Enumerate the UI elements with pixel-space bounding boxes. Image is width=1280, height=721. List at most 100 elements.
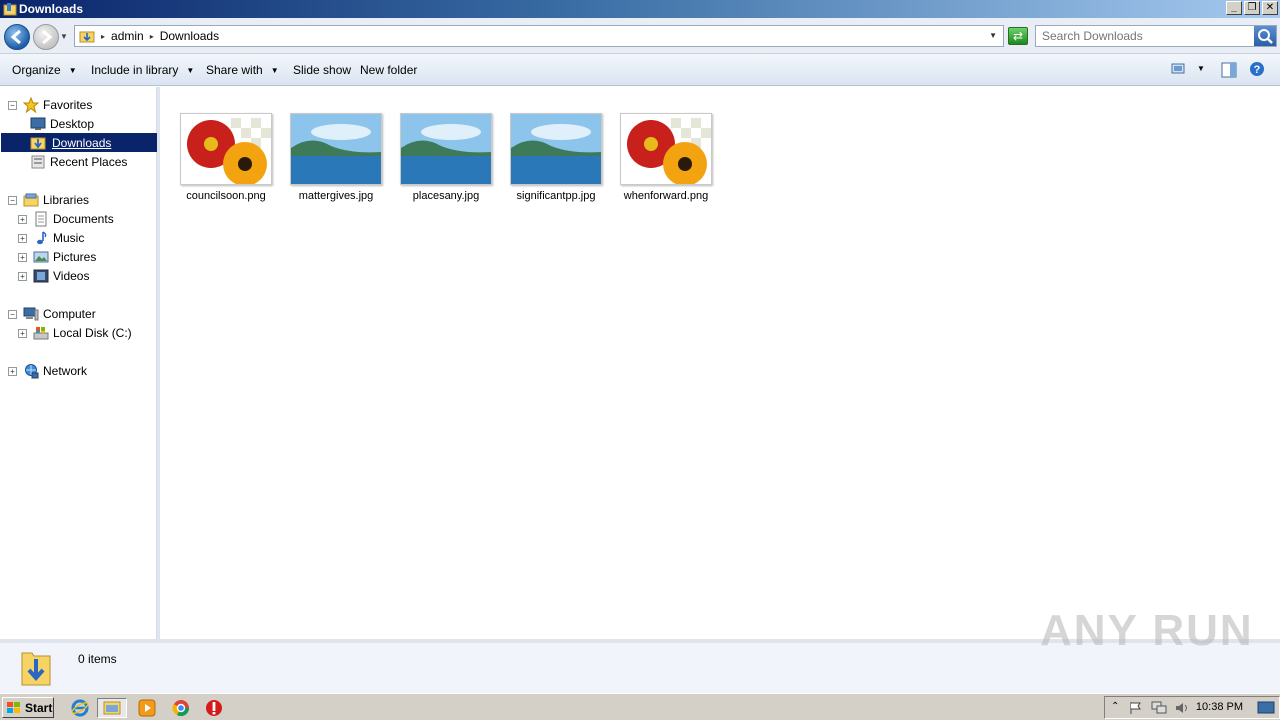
slide-show-button[interactable]: Slide show [293, 63, 351, 77]
folder-icon [3, 3, 17, 16]
expand-icon[interactable]: + [18, 271, 27, 281]
tree-libraries[interactable]: − Libraries [8, 191, 89, 209]
restore-button[interactable]: ❐ [1244, 1, 1260, 15]
forward-button[interactable] [33, 24, 59, 50]
expand-icon[interactable]: + [18, 252, 27, 262]
collapse-icon[interactable]: − [8, 195, 17, 205]
tree-libraries-label: Libraries [43, 193, 90, 207]
organize-button[interactable]: Organize ▼ [12, 63, 77, 77]
file-item[interactable]: placesany.jpg [398, 113, 494, 213]
tree-computer[interactable]: − Computer [8, 305, 96, 323]
internet-explorer-taskbar[interactable] [70, 698, 90, 718]
show-desktop-icon[interactable] [1257, 701, 1275, 715]
chevron-right-icon[interactable]: ▸ [101, 32, 105, 41]
chevron-down-icon[interactable]: ▼ [989, 31, 997, 40]
watermark-logo: ANY RUN [1040, 606, 1254, 655]
chevron-right-icon[interactable]: ▸ [150, 32, 154, 41]
collapse-icon[interactable]: − [8, 100, 17, 110]
landscape-image-icon [291, 114, 381, 184]
search-button[interactable] [1254, 26, 1276, 46]
arrow-right-icon [42, 29, 53, 45]
landscape-image-icon [401, 114, 491, 184]
tree-favorites[interactable]: − Favorites [8, 96, 92, 114]
new-folder-button[interactable]: New folder [360, 63, 417, 77]
tree-recent-places[interactable]: Recent Places [30, 153, 127, 171]
downloads-folder-icon [21, 652, 51, 686]
flag-icon[interactable] [1129, 701, 1143, 715]
slide-show-label: Slide show [293, 63, 352, 77]
tree-documents[interactable]: + Documents [18, 210, 114, 228]
breadcrumb-admin[interactable]: admin [111, 29, 144, 43]
organize-label: Organize [12, 63, 61, 77]
share-with-button[interactable]: Share with ▼ [206, 63, 279, 77]
tree-music[interactable]: + Music [18, 229, 84, 247]
recent-places-icon [31, 155, 45, 169]
tree-pictures[interactable]: + Pictures [18, 248, 96, 266]
search-box[interactable] [1035, 25, 1277, 47]
expand-icon[interactable]: + [18, 214, 27, 224]
tree-music-label: Music [53, 231, 85, 245]
show-hidden-icons[interactable]: ⌃ [1111, 701, 1119, 712]
minimize-button[interactable]: _ [1226, 1, 1242, 15]
downloads-folder-icon [30, 137, 46, 150]
image-thumbnail [400, 113, 492, 185]
collapse-icon[interactable]: − [8, 309, 17, 319]
chrome-taskbar[interactable] [171, 698, 191, 718]
search-input[interactable] [1036, 26, 1254, 46]
tree-videos[interactable]: + Videos [18, 267, 89, 285]
tree-downloads[interactable]: Downloads [30, 134, 114, 152]
file-item[interactable]: mattergives.jpg [288, 113, 384, 213]
explorer-taskbar[interactable] [97, 698, 127, 718]
tree-videos-label: Videos [53, 269, 90, 283]
network-icon [25, 364, 39, 379]
help-icon: ? [1250, 62, 1264, 76]
help-button[interactable]: ? [1249, 61, 1265, 80]
change-view-button[interactable] [1171, 62, 1185, 79]
breadcrumb-downloads[interactable]: Downloads [160, 29, 219, 43]
landscape-image-icon [511, 114, 601, 184]
file-item[interactable]: councilsoon.png [178, 113, 274, 213]
windows-logo-icon [7, 701, 20, 713]
desktop-icon [30, 117, 46, 130]
close-button[interactable]: ✕ [1262, 1, 1278, 15]
preview-pane-button[interactable] [1221, 62, 1237, 81]
tree-favorites-label: Favorites [43, 98, 93, 112]
include-in-library-button[interactable]: Include in library ▼ [91, 63, 194, 77]
recent-pages-dropdown[interactable]: ▼ [60, 32, 68, 41]
media-player-icon [138, 699, 156, 717]
image-thumbnail [180, 113, 272, 185]
tree-local-disk-label: Local Disk (C:) [53, 326, 132, 340]
file-item[interactable]: whenforward.png [618, 113, 714, 213]
start-button[interactable]: Start [2, 697, 54, 718]
preview-pane-icon [1221, 62, 1237, 78]
refresh-icon: ⇄ [1012, 29, 1024, 43]
file-name: whenforward.png [623, 190, 709, 202]
expand-icon[interactable]: + [8, 366, 17, 376]
network-status-icon[interactable] [1151, 701, 1167, 715]
tree-downloads-label: Downloads [50, 136, 114, 150]
stop-app-taskbar[interactable] [204, 698, 224, 718]
flower-image-icon [621, 114, 711, 184]
file-item[interactable]: significantpp.jpg [508, 113, 604, 213]
tree-desktop[interactable]: Desktop [30, 115, 94, 133]
expand-icon[interactable]: + [18, 233, 27, 243]
back-button[interactable] [4, 24, 30, 50]
refresh-button[interactable]: ⇄ [1008, 27, 1028, 45]
tree-local-disk[interactable]: + Local Disk (C:) [18, 324, 132, 342]
file-name: mattergives.jpg [298, 190, 374, 202]
window-title: Downloads [19, 2, 84, 16]
chevron-down-icon: ▼ [186, 65, 195, 75]
new-folder-label: New folder [360, 63, 418, 77]
view-options-dropdown[interactable]: ▼ [1197, 64, 1205, 73]
folder-icon [103, 701, 121, 715]
clock[interactable]: 10:38 PM [1196, 701, 1243, 713]
svg-text:?: ? [1254, 64, 1261, 76]
expand-icon[interactable]: + [18, 328, 27, 338]
internet-explorer-icon [71, 699, 89, 717]
tree-network[interactable]: + Network [8, 362, 87, 380]
media-player-taskbar[interactable] [137, 698, 157, 718]
stop-icon [206, 700, 222, 716]
volume-icon[interactable] [1175, 701, 1191, 715]
address-bar[interactable]: ▸ admin ▸ Downloads ▼ [74, 25, 1004, 47]
tree-documents-label: Documents [53, 212, 114, 226]
